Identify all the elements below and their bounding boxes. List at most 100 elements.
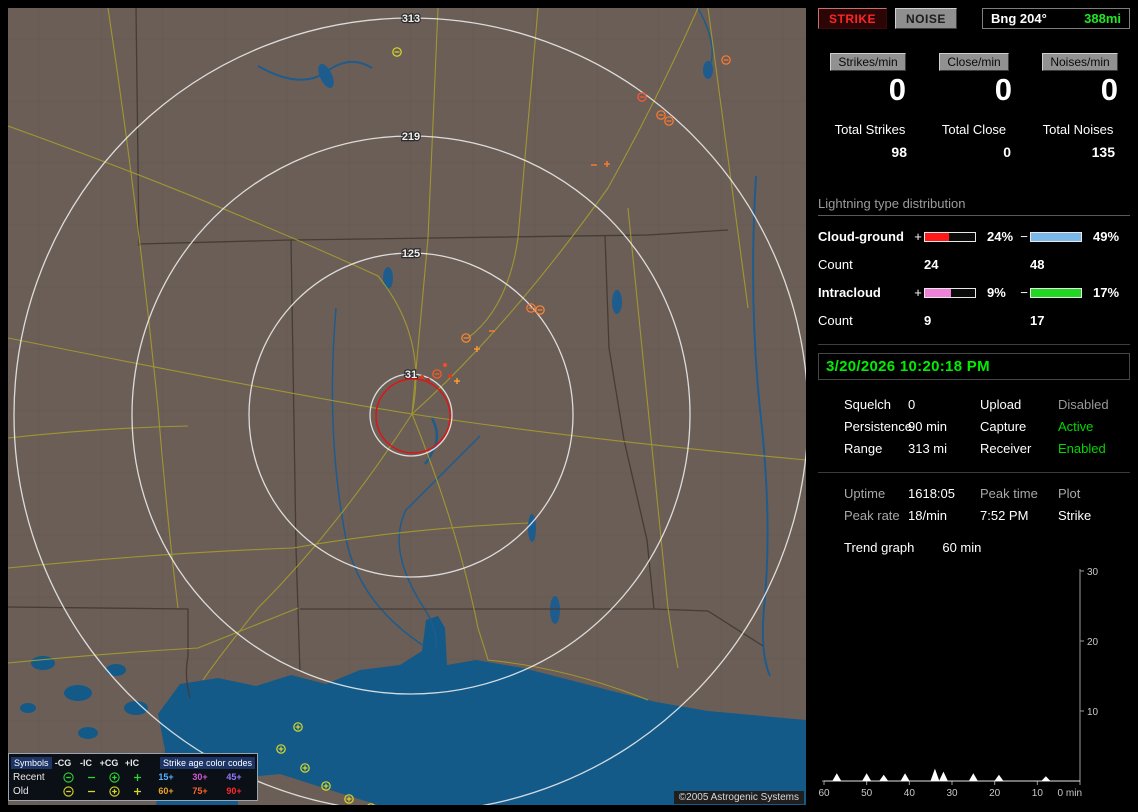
- distribution-count-row: Count 24 48: [818, 257, 1130, 272]
- count-label: Count: [818, 257, 853, 272]
- rate-label[interactable]: Noises/min: [1042, 53, 1118, 71]
- rate-value: 0: [888, 72, 906, 107]
- total-label: Total Noises: [1042, 122, 1114, 137]
- minus-count: 17: [1030, 313, 1045, 328]
- noise-button[interactable]: NOISE: [895, 8, 957, 29]
- trend-graph-label: Trend graph: [844, 540, 915, 555]
- ic-plus-icon: [126, 771, 149, 784]
- strike-legend: Symbols -CG -IC +CG +IC Strike age color co…: [8, 753, 258, 801]
- legend-column-header: +CG: [99, 758, 119, 768]
- distribution-title: Lightning type distribution: [818, 196, 1130, 216]
- cg-plus-icon: [103, 771, 126, 784]
- age-code: 30+: [192, 772, 208, 782]
- plus-count: 9: [924, 313, 932, 328]
- cg-plus-icon: [103, 785, 126, 798]
- svg-text:0 min: 0 min: [1058, 788, 1082, 799]
- info-grid: Uptime 1618:05 Peak time Plot Peak rate 18/mi…: [818, 472, 1130, 523]
- legend-row: Recent 15+ 30+ 45+: [11, 770, 255, 784]
- rate-value: 0: [1100, 72, 1118, 107]
- status-state: Disabled: [1058, 397, 1109, 412]
- copyright: ©2005 Astrogenic Systems: [673, 791, 804, 804]
- rate-value: 0: [994, 72, 1012, 107]
- info-cell: 1618:05: [908, 486, 955, 501]
- bearing-distance: 388mi: [1084, 11, 1121, 26]
- ic-plus-icon: [126, 785, 149, 798]
- legend-row-label: Recent: [13, 771, 45, 783]
- count-label: Count: [818, 313, 853, 328]
- legend-column-header: +IC: [124, 758, 140, 768]
- rate-box: Strikes/min 0: [820, 53, 916, 108]
- trend-graph-duration: 60 min: [942, 540, 982, 555]
- info-cell: Plot: [1058, 486, 1081, 501]
- lightning-map[interactable]: 313 219 125 31 Symbols -CG -IC +CG +IC Strike …: [8, 8, 806, 805]
- total-box: Total Noises 135: [1028, 122, 1128, 160]
- status-label: Squelch: [844, 397, 891, 412]
- age-code: 45+: [226, 772, 242, 782]
- rate-box: Close/min 0: [926, 53, 1022, 108]
- cg-minus-icon: [57, 771, 80, 784]
- minus-percent: 49%: [1093, 229, 1120, 244]
- plus-count: 24: [924, 257, 939, 272]
- distribution-type-label: Intracloud: [818, 285, 881, 300]
- trend-graph-label-row: Trend graph 60 min: [818, 540, 1130, 555]
- svg-text:10: 10: [1032, 788, 1044, 799]
- range-ring-label: 313: [402, 13, 420, 25]
- rate-label[interactable]: Strikes/min: [830, 53, 906, 71]
- plus-bar: [924, 287, 976, 298]
- distribution-type-label: Cloud-ground: [818, 229, 904, 244]
- status-state: Enabled: [1058, 441, 1106, 456]
- distribution-table: Cloud-ground + 24% − 49% Count 24 48 Int…: [818, 229, 1130, 328]
- cg-minus-icon: [57, 785, 80, 798]
- minus-bar: [1030, 231, 1082, 242]
- svg-text:30: 30: [1087, 567, 1099, 578]
- age-code: 90+: [226, 786, 242, 796]
- age-code: 60+: [158, 786, 174, 796]
- plus-percent: 24%: [987, 229, 1014, 244]
- total-box: Total Strikes 98: [820, 122, 920, 160]
- plus-bar: [924, 231, 976, 242]
- status-label: Capture: [980, 419, 1027, 434]
- strike-button[interactable]: STRIKE: [818, 8, 888, 29]
- info-cell: Uptime: [844, 486, 886, 501]
- status-grid: Squelch 0 Upload Disabled Persistence 90 …: [818, 397, 1130, 456]
- app-window: 313 219 125 31 Symbols -CG -IC +CG +IC Strike …: [0, 0, 1138, 812]
- distribution-row: Intracloud + 9% − 17%: [818, 285, 1130, 300]
- age-code: 15+: [158, 772, 174, 782]
- rate-boxes: Strikes/min 0 Close/min 0 Noises/min 0: [818, 53, 1130, 108]
- side-panel: STRIKE NOISE Bng 204° 388mi Strikes/min …: [818, 8, 1130, 806]
- legend-column-header: -IC: [80, 758, 93, 768]
- age-code: 75+: [192, 786, 208, 796]
- info-cell: Peak rate: [844, 508, 900, 523]
- total-box: Total Close 0: [924, 122, 1024, 160]
- minus-count: 48: [1030, 257, 1045, 272]
- svg-text:20: 20: [1087, 637, 1099, 648]
- minus-percent: 17%: [1093, 285, 1120, 300]
- plus-percent: 9%: [987, 285, 1006, 300]
- distribution-row: Cloud-ground + 24% − 49%: [818, 229, 1130, 244]
- bearing-display: Bng 204° 388mi: [982, 8, 1130, 29]
- svg-text:20: 20: [989, 788, 1001, 799]
- total-value: 135: [1091, 144, 1115, 160]
- status-label: Range: [844, 441, 883, 456]
- svg-text:60: 60: [818, 788, 830, 799]
- trend-graph: 30 20 10 60 50 40 30 20 10 0 min: [818, 567, 1099, 799]
- plus-sign: +: [914, 229, 922, 244]
- minus-bar: [1030, 287, 1082, 298]
- status-value: 0: [908, 397, 916, 412]
- svg-text:40: 40: [904, 788, 916, 799]
- status-value: 90 min: [908, 419, 948, 434]
- svg-text:50: 50: [861, 788, 873, 799]
- plus-sign: +: [914, 285, 922, 300]
- rate-box: Noises/min 0: [1032, 53, 1128, 108]
- ic-minus-icon: [80, 785, 103, 798]
- ic-minus-icon: [80, 771, 103, 784]
- datetime-display: 3/20/2026 10:20:18 PM: [818, 353, 1130, 380]
- info-cell: Strike: [1058, 508, 1092, 523]
- status-label: Receiver: [980, 441, 1032, 456]
- info-cell: Peak time: [980, 486, 1038, 501]
- top-button-row: STRIKE NOISE Bng 204° 388mi: [818, 8, 1130, 29]
- rate-label[interactable]: Close/min: [939, 53, 1009, 71]
- range-ring-label: 125: [402, 248, 420, 260]
- range-ring-label: 219: [402, 131, 420, 143]
- totals-row: Total Strikes 98 Total Close 0 Total Noi…: [818, 122, 1130, 160]
